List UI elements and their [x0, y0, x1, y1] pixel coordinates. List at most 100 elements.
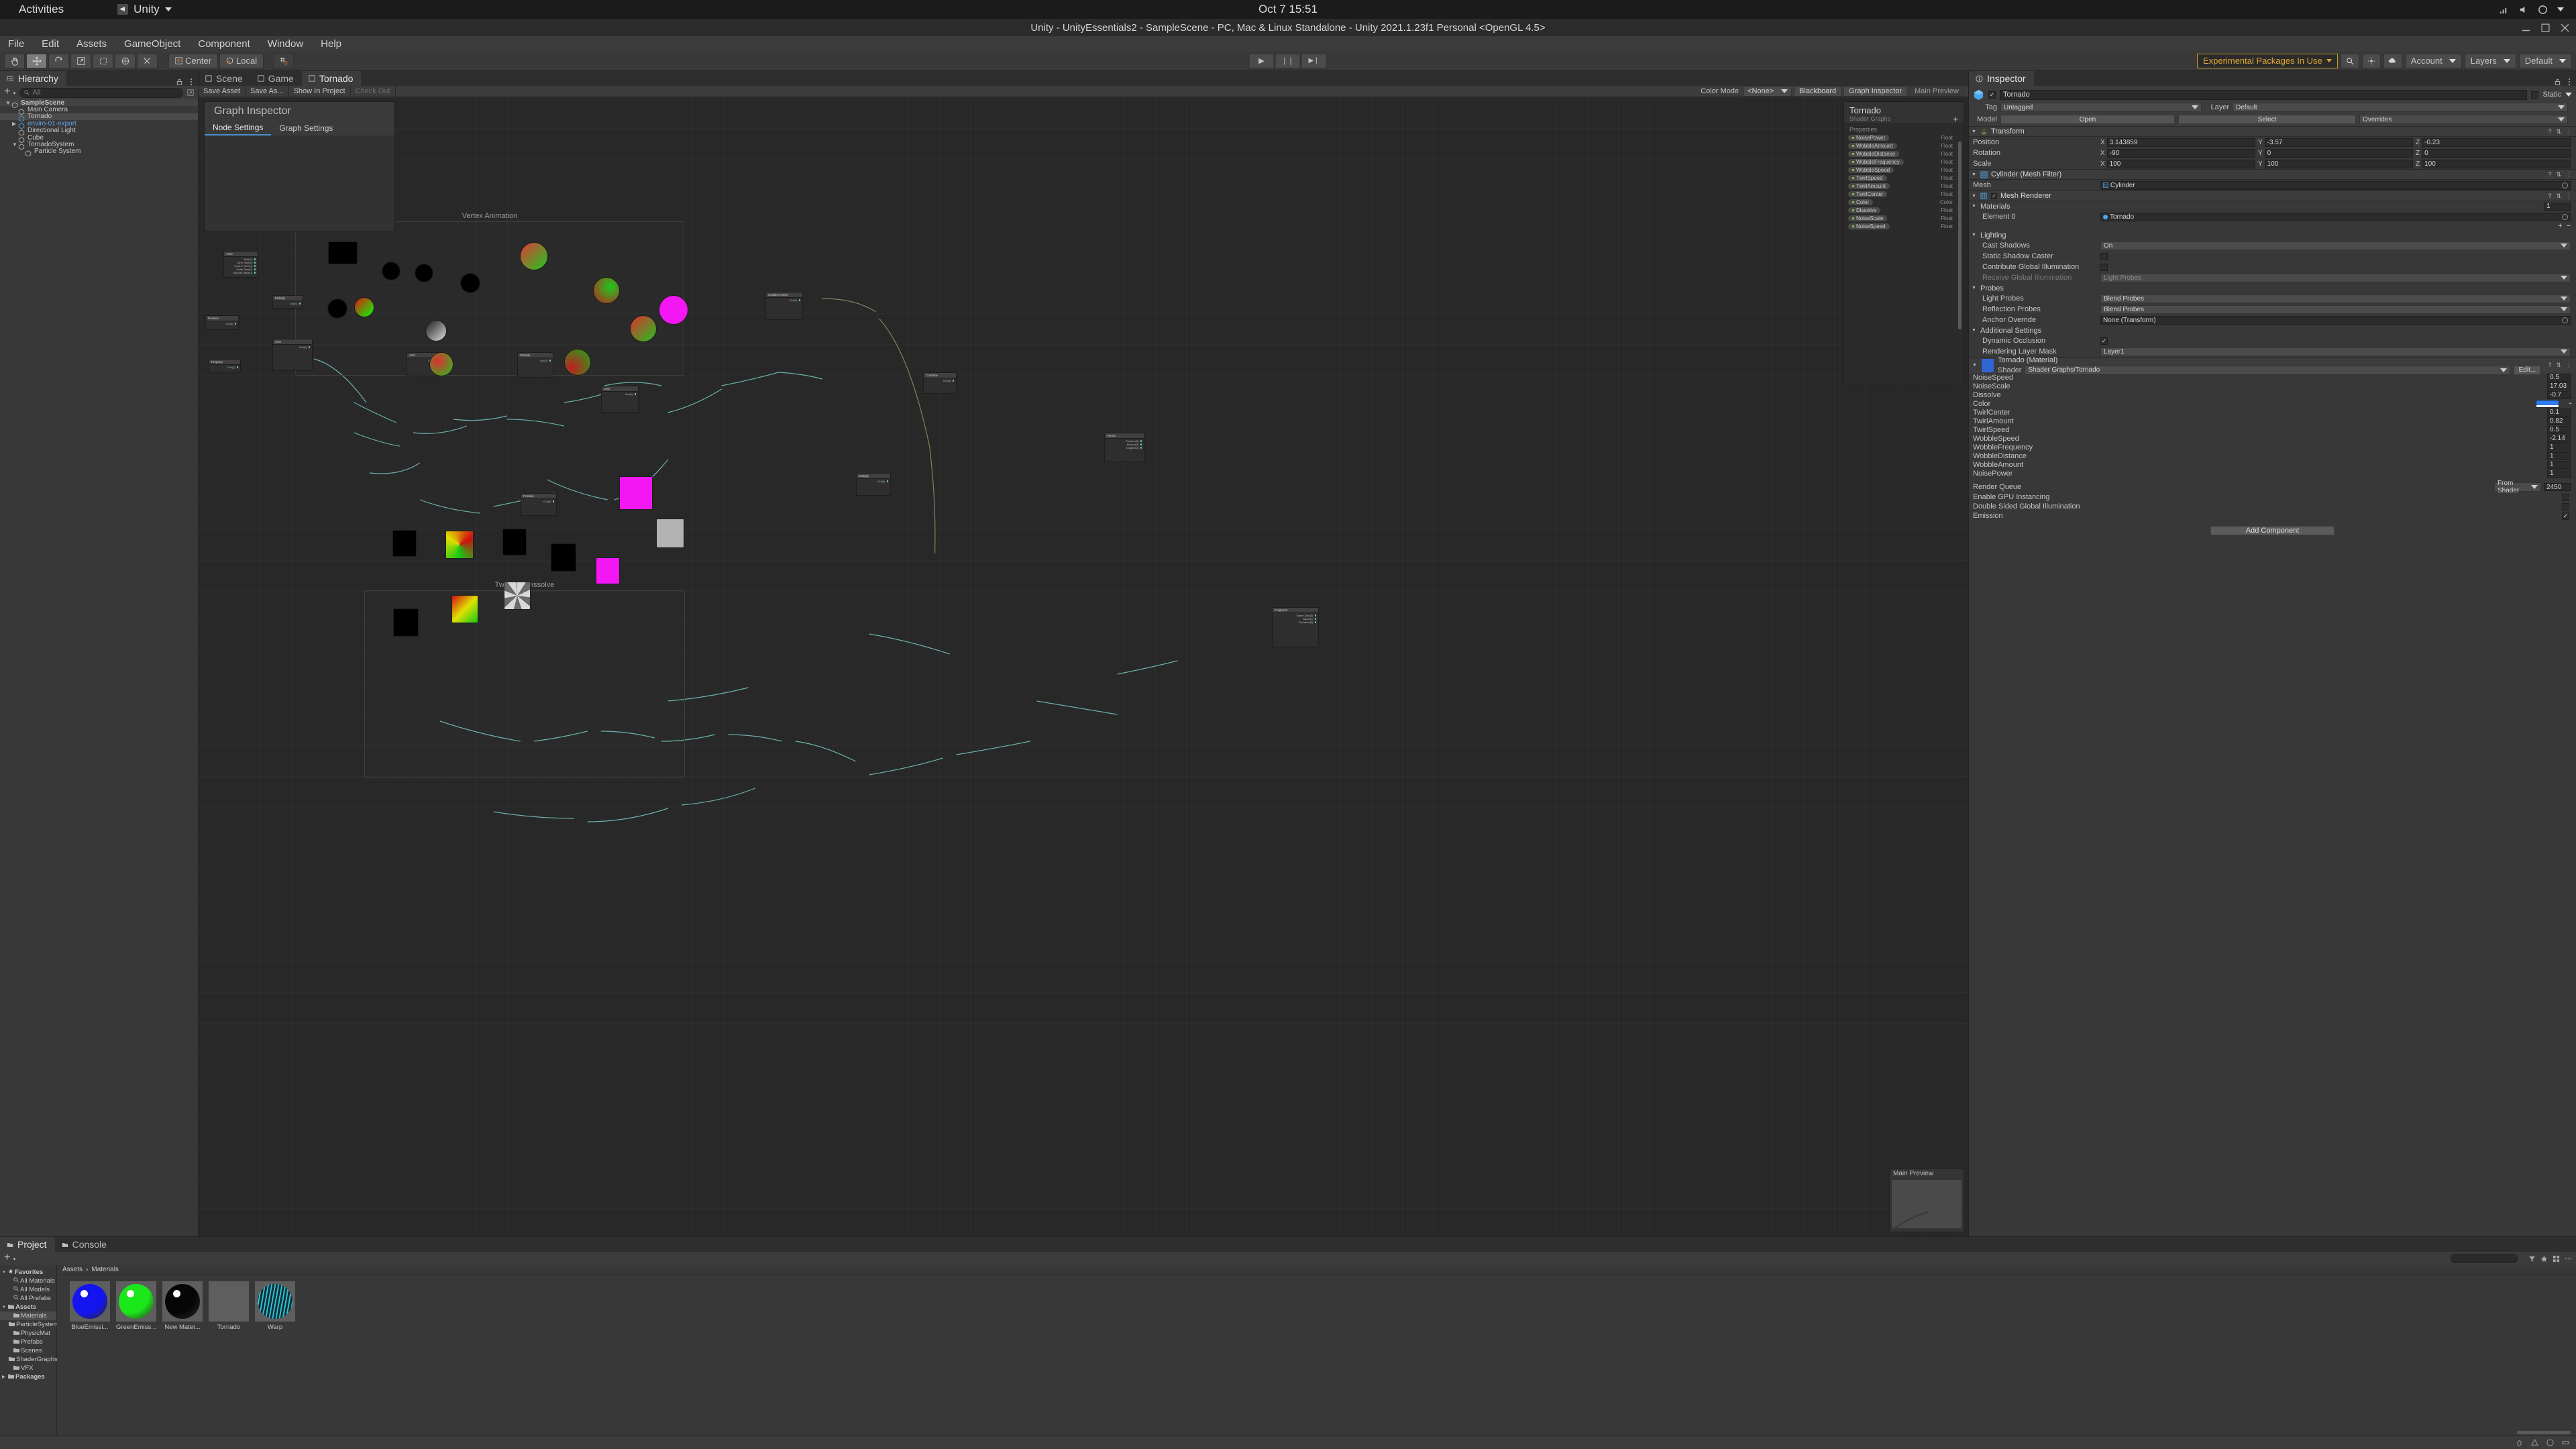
rotation-z-input[interactable]: 0 [2422, 148, 2571, 158]
twirlamount-input[interactable]: 0.82 [2547, 417, 2571, 425]
status-bar-icons[interactable] [2516, 1439, 2576, 1446]
graph-node-preview[interactable] [429, 352, 453, 376]
position-x-input[interactable]: 3.143859 [2106, 138, 2255, 147]
more-options-icon[interactable] [2568, 78, 2571, 86]
graph-node-preview[interactable] [425, 320, 447, 341]
asset-thumbnail[interactable] [162, 1281, 203, 1322]
hierarchy-item-main-camera[interactable]: Main Camera [0, 106, 198, 115]
node-port[interactable]: Out(4) [926, 379, 954, 382]
wobblespeed-input[interactable]: -2.14 [2547, 434, 2571, 443]
more-options-icon[interactable]: ⋮ [2566, 193, 2572, 200]
help-icon[interactable]: ? [2548, 128, 2551, 136]
object-picker-icon[interactable] [2562, 213, 2568, 220]
help-icon[interactable]: ? [2548, 362, 2551, 369]
preset-icon[interactable]: ⇅ [2556, 362, 2561, 369]
search-button[interactable] [2340, 53, 2359, 68]
rect-tool-button[interactable] [93, 53, 113, 68]
breadcrumb-assets[interactable]: Assets [62, 1266, 83, 1273]
project-tree-item-all-materials[interactable]: All Materials [0, 1277, 56, 1285]
component-icons[interactable]: ? ⇅ ⋮ [2548, 193, 2576, 200]
project-tree-item-shadergraphs[interactable]: ShaderGraphs [0, 1355, 58, 1364]
node-port[interactable]: Out(3) [208, 322, 236, 325]
noisescale-input[interactable]: 17.03 [2547, 382, 2571, 390]
cast-shadows-dropdown[interactable]: On [2100, 241, 2571, 250]
asset-item[interactable]: New Mater... [162, 1281, 203, 1331]
asset-thumbnail[interactable] [70, 1281, 110, 1322]
property-pill[interactable]: Color [1848, 199, 1874, 205]
menu-item-window[interactable]: Window [268, 38, 303, 50]
minimize-icon[interactable] [2522, 23, 2530, 32]
blackboard-property[interactable]: NoiseSpeed Float [1844, 222, 1964, 230]
warning-icon[interactable] [2531, 1439, 2538, 1446]
graph-node-preview-gray[interactable] [656, 519, 684, 548]
project-zoom-slider[interactable] [2517, 1431, 2571, 1434]
tab-game[interactable]: Game [250, 71, 302, 86]
more-options-icon[interactable]: ⋮ [2566, 171, 2572, 178]
graph-node[interactable]: Fragment Base Color(3) Alpha(1) Emission(3) [1272, 607, 1319, 647]
chevron-down-icon[interactable]: ▼ [2, 1271, 7, 1275]
node-port[interactable]: Out(1) [859, 480, 888, 483]
project-tree-item-particlesystems[interactable]: ParticleSystems [0, 1320, 62, 1329]
system-clock[interactable]: Oct 7 15:51 [1258, 3, 1318, 16]
graph-node-preview[interactable] [415, 264, 433, 282]
project-search-input[interactable] [2451, 1254, 2518, 1263]
project-tree-item-favorites[interactable]: ▼ Favorites [0, 1268, 56, 1277]
scale-z-input[interactable]: 100 [2422, 159, 2571, 168]
menu-item-component[interactable]: Component [198, 38, 250, 50]
remove-material-button[interactable]: − [2567, 222, 2571, 230]
property-pill[interactable]: NoiseSpeed [1848, 223, 1890, 229]
blackboard-property[interactable]: WobbleFrequency Float [1844, 158, 1964, 166]
star-icon[interactable] [2540, 1255, 2548, 1263]
graph-node-preview-noise[interactable] [504, 582, 531, 610]
property-pill[interactable]: TwirlAmount [1848, 182, 1890, 189]
layout-dropdown[interactable]: Default [2518, 53, 2572, 68]
node-port[interactable]: Out(1) [211, 366, 238, 369]
property-pill[interactable]: NoisePower [1848, 134, 1890, 141]
experimental-packages-button[interactable]: Experimental Packages In Use [2197, 53, 2338, 68]
node-port[interactable]: Tangent(3) [1107, 446, 1142, 449]
graph-node[interactable]: Property Out(1) [209, 359, 241, 372]
graph-node-preview[interactable] [551, 543, 576, 572]
tab-node-settings[interactable]: Node Settings [205, 121, 272, 136]
lock-icon[interactable] [2554, 78, 2561, 86]
graph-node-preview[interactable] [451, 595, 478, 623]
main-preview-toggle[interactable]: Main Preview [1909, 86, 1964, 97]
hierarchy-item-cube[interactable]: Cube [0, 134, 198, 144]
wobblefrequency-input[interactable]: 1 [2547, 443, 2571, 451]
wobbledistance-input[interactable]: 1 [2547, 451, 2571, 460]
project-tree-item-all-prefabs[interactable]: All Prefabs [0, 1294, 56, 1303]
hierarchy-item-directional-light[interactable]: Directional Light [0, 127, 198, 136]
foldout-icon[interactable]: ▼ [1972, 233, 1977, 237]
graph-node-preview-magenta[interactable] [659, 295, 688, 325]
chevron-down-icon[interactable]: ▼ [2, 1305, 7, 1309]
rotation-y-input[interactable]: 0 [2264, 148, 2413, 158]
node-port[interactable]: Smooth Delta(1) [226, 271, 256, 274]
more-options-icon[interactable]: ⋮ [2566, 128, 2572, 136]
graph-node[interactable]: Time Time(1) Sine Time(1) Cosine Time(1) Del… [223, 251, 258, 278]
add-property-button[interactable]: + [1953, 114, 1958, 123]
close-icon[interactable] [2561, 23, 2569, 32]
graph-node[interactable]: Gradient Noise Out(1) [765, 292, 803, 320]
menu-item-help[interactable]: Help [321, 38, 341, 50]
graph-node-preview[interactable] [564, 349, 591, 376]
blackboard-property[interactable]: TwirlCenter Float [1844, 190, 1964, 198]
probes-section-header[interactable]: ▼ Probes [1969, 283, 2576, 293]
object-picker-icon[interactable] [2562, 317, 2568, 323]
static-shadow-caster-checkbox[interactable] [2100, 252, 2108, 260]
bug-icon[interactable] [2516, 1439, 2523, 1446]
node-port[interactable]: Out(1) [275, 345, 310, 349]
expand-icon[interactable] [187, 89, 194, 96]
wobbleamount-input[interactable]: 1 [2547, 460, 2571, 469]
material-component-header[interactable]: ▼ Tornado (Material) Shader Shader Graph… [1969, 356, 2576, 375]
chevron-down-icon[interactable]: ▼ [12, 142, 18, 148]
twirlcenter-input[interactable]: 0.1 [2547, 408, 2571, 417]
pause-button[interactable]: ❘❘ [1275, 53, 1301, 68]
graph-node[interactable]: Lerp Out(1) [601, 386, 639, 413]
chevron-down-icon[interactable]: ▼ [5, 100, 11, 106]
graph-node-preview[interactable] [502, 529, 527, 555]
component-icons[interactable]: ? ⇅ ⋮ [2548, 362, 2576, 369]
graph-node-preview[interactable] [630, 315, 657, 342]
graph-node-preview[interactable] [327, 299, 347, 319]
preset-icon[interactable]: ⇅ [2556, 128, 2561, 136]
eyedropper-icon[interactable]: ⌁ [2569, 400, 2572, 407]
